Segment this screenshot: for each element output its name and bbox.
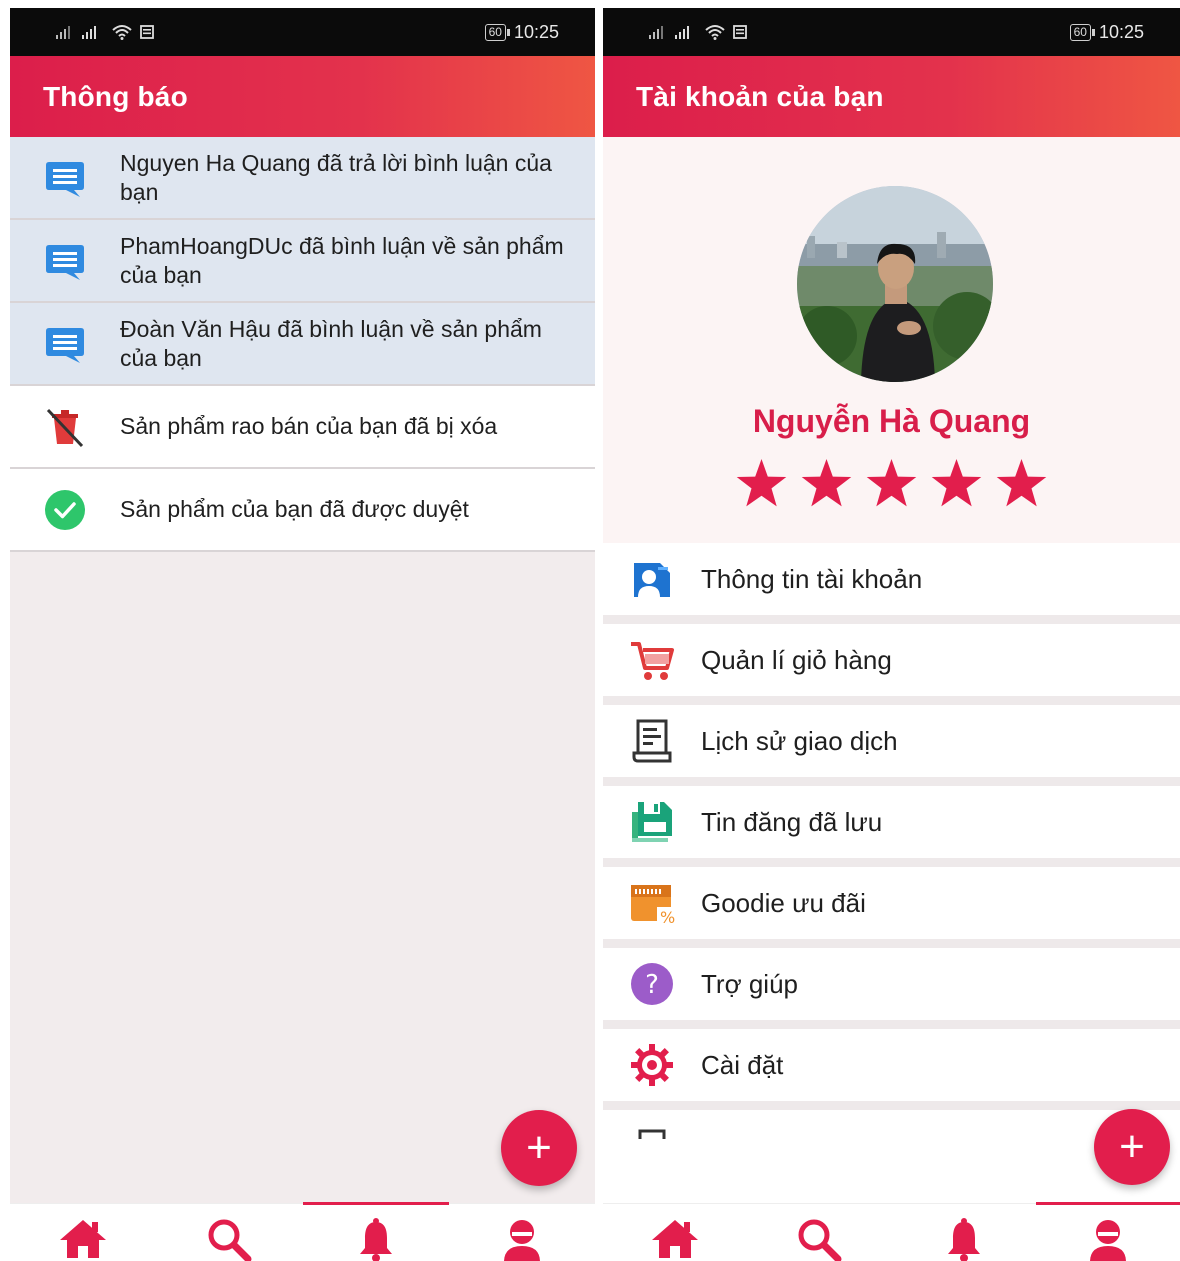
cart-icon: [628, 636, 676, 684]
nav-search[interactable]: [156, 1204, 302, 1261]
notification-text: Đoàn Văn Hậu đã bình luận về sản phẩm củ…: [120, 315, 542, 371]
notification-item[interactable]: Sản phẩm rao bán của bạn đã bị xóa: [10, 386, 595, 469]
clock: 10:25: [513, 21, 559, 42]
status-right: 60 10:25: [484, 21, 559, 43]
menu-item-settings[interactable]: Cài đặt: [603, 1029, 1180, 1110]
signal-icon: [56, 26, 70, 39]
notification-text: Sản phẩm rao bán của bạn đã bị xóa: [120, 413, 498, 439]
profile-name: Nguyễn Hà Quang: [752, 403, 1031, 439]
settings-icon: [628, 1041, 676, 1089]
plus-icon: +: [1119, 1122, 1145, 1171]
nav-search[interactable]: [747, 1204, 891, 1261]
user-icon: [503, 1220, 540, 1261]
account-info-icon: [628, 555, 676, 603]
notification-text: Nguyen Ha Quang đã trả lời bình luận của…: [120, 149, 552, 205]
menu-item-help[interactable]: ? Trợ giúp: [603, 948, 1180, 1029]
chat-icon: [44, 157, 86, 199]
menu-label: Tin đăng đã lưu: [701, 806, 883, 837]
nav-account[interactable]: [1035, 1202, 1180, 1261]
receipt-icon: [628, 717, 676, 765]
menu-item-saved-posts[interactable]: Tin đăng đã lưu: [603, 786, 1180, 867]
plus-icon: +: [526, 1123, 552, 1172]
profile-header: Nguyễn Hà Quang: [603, 137, 1180, 543]
menu-label: Cài đặt: [701, 1049, 784, 1080]
account-menu: Thông tin tài khoản Quản lí giỏ hàng Lịc…: [603, 543, 1180, 1191]
chat-icon: [44, 240, 86, 282]
rating-stars: [603, 459, 1180, 509]
save-icon: [628, 798, 676, 846]
page-title: Tài khoản của bạn: [636, 80, 884, 112]
menu-item-goodie[interactable]: % Goodie ưu đãi: [603, 867, 1180, 948]
menu-item-account-info[interactable]: Thông tin tài khoản: [603, 543, 1180, 624]
nav-notifications[interactable]: [302, 1202, 450, 1261]
menu-item-transactions[interactable]: Lịch sử giao dịch: [603, 705, 1180, 786]
notification-item[interactable]: Sản phẩm của bạn đã được duyệt: [10, 469, 595, 552]
account-screen: 60 10:25 Tài khoản của bạn Nguyễn Hà Qua…: [603, 8, 1180, 1261]
status-icons: [56, 24, 154, 40]
nav-account[interactable]: [449, 1204, 595, 1261]
bottom-navigation: [10, 1202, 595, 1261]
nav-home[interactable]: [603, 1204, 747, 1261]
voucher-icon: %: [628, 879, 676, 927]
bell-icon: [947, 1218, 980, 1261]
home-icon: [60, 1220, 107, 1258]
wifi-icon: [705, 25, 725, 40]
notification-item[interactable]: Nguyen Ha Quang đã trả lời bình luận của…: [10, 137, 595, 220]
help-icon: ?: [628, 960, 676, 1008]
menu-label: Thông tin tài khoản: [701, 563, 923, 594]
menu-label: Goodie ưu đãi: [701, 887, 866, 918]
nav-home[interactable]: [10, 1204, 156, 1261]
bell-icon: [359, 1218, 392, 1261]
add-post-button[interactable]: +: [1094, 1109, 1170, 1185]
user-icon: [1089, 1220, 1126, 1261]
search-icon: [208, 1219, 252, 1261]
svg-text:?: ?: [645, 970, 659, 1000]
signal-icon: [82, 26, 96, 39]
avatar[interactable]: [797, 186, 993, 382]
menu-label: Trợ giúp: [701, 968, 799, 999]
home-icon: [652, 1220, 699, 1258]
status-right: 60 10:25: [1069, 21, 1144, 43]
star-icon: [801, 459, 852, 507]
notification-item[interactable]: Đoàn Văn Hậu đã bình luận về sản phẩm củ…: [10, 303, 595, 386]
status-icons: [649, 24, 747, 40]
app-bar: Thông báo: [10, 56, 595, 137]
status-bar: 60 10:25: [603, 8, 1180, 56]
search-icon: [798, 1219, 842, 1261]
app-bar: Tài khoản của bạn: [603, 56, 1180, 137]
star-icon: [736, 459, 787, 507]
check-icon: [44, 489, 86, 531]
notifications-screen: 60 10:25 Thông báo Nguyen Ha Quang đã tr…: [10, 8, 595, 1261]
add-post-button[interactable]: +: [501, 1110, 577, 1186]
notification-icon: [733, 25, 747, 39]
star-icon: [996, 459, 1047, 507]
notification-list: Nguyen Ha Quang đã trả lời bình luận của…: [10, 137, 595, 552]
notification-text: PhamHoangDUc đã bình luận về sản phẩm củ…: [120, 232, 564, 288]
svg-text:%: %: [660, 908, 675, 925]
battery-indicator: 60: [484, 23, 511, 41]
bottom-navigation: [603, 1202, 1180, 1261]
star-icon: [866, 459, 917, 507]
chat-icon: [44, 323, 86, 365]
star-icon: [931, 459, 982, 507]
signal-icon: [649, 26, 663, 39]
clock: 10:25: [1098, 21, 1144, 42]
menu-label: Lịch sử giao dịch: [701, 725, 898, 756]
deleted-icon: [44, 406, 86, 448]
menu-label: Quản lí giỏ hàng: [701, 644, 892, 675]
notification-text: Sản phẩm của bạn đã được duyệt: [120, 496, 469, 522]
battery-indicator: 60: [1069, 23, 1096, 41]
page-title: Thông báo: [43, 80, 188, 112]
menu-item-cart[interactable]: Quản lí giỏ hàng: [603, 624, 1180, 705]
signal-icon: [675, 26, 689, 39]
document-icon: [628, 1127, 676, 1175]
notification-icon: [140, 25, 154, 39]
wifi-icon: [112, 25, 132, 40]
status-bar: 60 10:25: [10, 8, 595, 56]
nav-notifications[interactable]: [892, 1204, 1036, 1261]
notification-item[interactable]: PhamHoangDUc đã bình luận về sản phẩm củ…: [10, 220, 595, 303]
